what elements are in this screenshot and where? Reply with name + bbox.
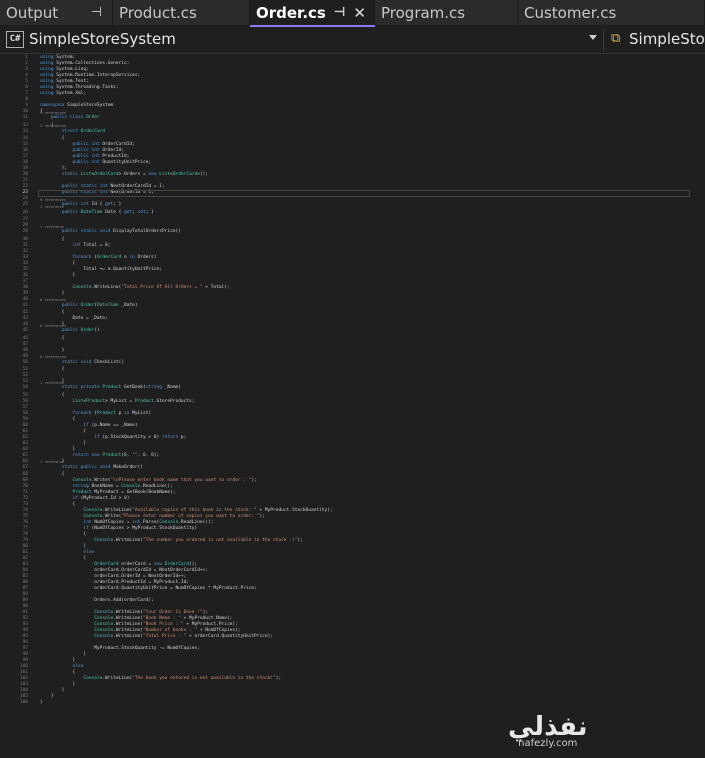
- document-tab-bar: Output ⊣ Product.cs Order.cs ⊣ ✕ Program.cs Cus…: [0, 0, 705, 25]
- tab-label: Output: [6, 3, 59, 22]
- code-text: public Order(DateTime _Date): [61, 302, 138, 308]
- code-text: public DateTime Date { get; set; }: [61, 209, 154, 215]
- line-number: 54: [22, 385, 28, 390]
- line-number: 50: [22, 359, 28, 365]
- line-number: 67: [22, 464, 28, 470]
- project-name: SimpleStoreSystem: [29, 30, 176, 48]
- line-number: 45: [22, 328, 28, 333]
- code-line[interactable]: 50 static void CheckList(): [0, 360, 705, 366]
- line-number: 26: [22, 209, 28, 215]
- line-number: 106: [19, 700, 28, 705]
- tab-customer-cs[interactable]: Customer.cs: [518, 0, 705, 25]
- code-line[interactable]: 45 public Order(): [0, 328, 705, 334]
- code-line[interactable]: 106}: [0, 700, 705, 706]
- code-line[interactable]: 41 public Order(DateTime _Date): [0, 303, 705, 309]
- line-number: 29: [22, 229, 28, 234]
- tab-label: Program.cs: [381, 3, 466, 22]
- code-editor[interactable]: 1 using System; 2 using System.Collections.…: [0, 54, 705, 758]
- tab-label: Order.cs: [256, 3, 326, 22]
- class-icon: ⧉: [611, 31, 621, 46]
- code-line[interactable]: 11 public class Order: [0, 115, 705, 121]
- tab-order-cs[interactable]: Order.cs ⊣ ✕: [250, 0, 375, 25]
- class-dropdown[interactable]: ⧉ SimpleStore: [611, 30, 705, 48]
- pin-icon[interactable]: ⊣: [334, 5, 346, 20]
- line-number: 11: [22, 115, 28, 120]
- code-line[interactable]: 13 struct OrderCard: [0, 129, 705, 135]
- tab-label: Customer.cs: [524, 3, 617, 22]
- code-text: struct OrderCard: [61, 128, 106, 134]
- divider: [603, 29, 604, 51]
- line-number: 13: [22, 128, 28, 134]
- project-dropdown[interactable]: C# SimpleStoreSystem: [6, 30, 176, 48]
- class-name: SimpleStore: [629, 30, 705, 48]
- code-line[interactable]: 29 public static void DisplayTotalOrders…: [0, 229, 705, 235]
- close-icon[interactable]: ✕: [353, 4, 366, 22]
- code-line[interactable]: 26 public DateTime Date { get; set; }: [0, 210, 705, 216]
- chevron-down-icon[interactable]: [589, 35, 597, 40]
- code-text: public Order(): [61, 328, 100, 333]
- code-text: public class Order: [50, 115, 100, 120]
- tab-product-cs[interactable]: Product.cs: [113, 0, 250, 25]
- tab-label: Product.cs: [119, 3, 197, 22]
- csharp-project-icon: C#: [6, 30, 24, 48]
- code-line[interactable]: 67 static public void MakeOrder(): [0, 465, 705, 471]
- navigation-bar: C# SimpleStoreSystem ⧉ SimpleStore: [0, 27, 705, 54]
- watermark-url: nafezly.com: [518, 738, 578, 749]
- code-text: static void CheckList(): [61, 359, 125, 365]
- code-text: public static void DisplayTotalOrdersPri…: [61, 229, 181, 234]
- tab-output[interactable]: Output ⊣: [0, 0, 113, 25]
- code-text: }: [40, 700, 43, 705]
- pin-icon[interactable]: ⊣: [91, 5, 102, 20]
- code-text: static public void MakeOrder(): [61, 464, 144, 470]
- watermark-logo: نفذلي nafezly.com: [508, 712, 588, 749]
- line-number: 41: [22, 302, 28, 308]
- tab-program-cs[interactable]: Program.cs: [375, 0, 518, 25]
- code-line[interactable]: 54 static private Product GetBook(string…: [0, 385, 705, 391]
- code-text: static private Product GetBook(string _N…: [61, 385, 181, 390]
